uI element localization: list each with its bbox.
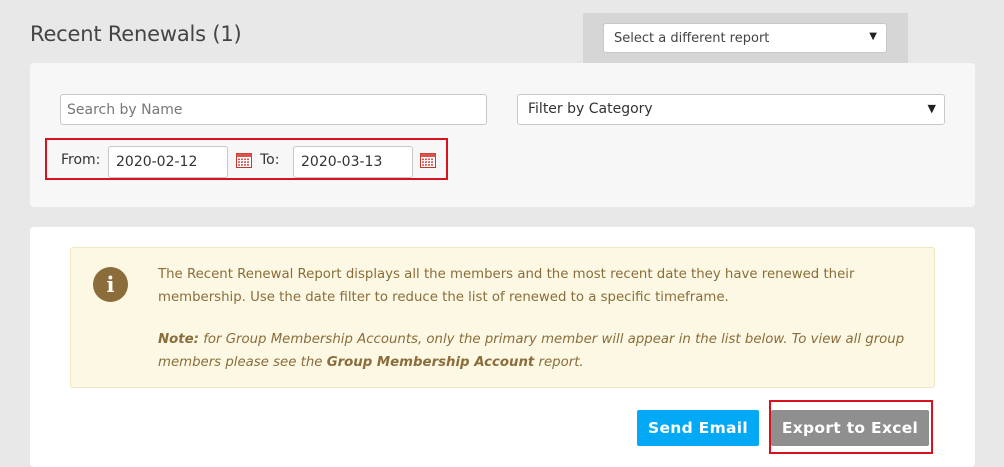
- calendar-icon[interactable]: [420, 153, 436, 168]
- from-label: From:: [61, 152, 101, 168]
- note-text-2: report.: [534, 354, 584, 370]
- from-date-input[interactable]: [108, 146, 228, 178]
- search-input[interactable]: [60, 94, 487, 125]
- page-title: Recent Renewals (1): [30, 22, 242, 46]
- send-email-button[interactable]: Send Email: [637, 410, 759, 446]
- to-date-input[interactable]: [293, 146, 413, 178]
- calendar-icon[interactable]: [236, 153, 252, 168]
- info-alert: i The Recent Renewal Report displays all…: [70, 247, 935, 388]
- report-select[interactable]: Select a different report ▼: [603, 23, 887, 53]
- date-range-filter: From: To:: [45, 138, 448, 180]
- info-icon: i: [93, 267, 128, 302]
- chevron-down-icon: ▼: [869, 31, 877, 42]
- info-description: The Recent Renewal Report displays all t…: [158, 267, 855, 305]
- category-select-label: Filter by Category: [528, 101, 653, 117]
- report-selector-container: Select a different report ▼: [583, 13, 908, 63]
- export-to-excel-button[interactable]: Export to Excel: [771, 410, 929, 446]
- category-select[interactable]: Filter by Category ▼: [517, 94, 945, 125]
- info-note: Note: for Group Membership Accounts, onl…: [158, 329, 918, 374]
- filter-panel: Filter by Category ▼ From: To:: [30, 63, 975, 207]
- note-bold-link: Group Membership Account: [326, 354, 535, 370]
- to-label: To:: [260, 152, 280, 168]
- chevron-down-icon: ▼: [927, 102, 936, 115]
- report-select-label: Select a different report: [614, 31, 770, 46]
- report-panel: i The Recent Renewal Report displays all…: [30, 227, 975, 467]
- note-label: Note:: [158, 332, 199, 347]
